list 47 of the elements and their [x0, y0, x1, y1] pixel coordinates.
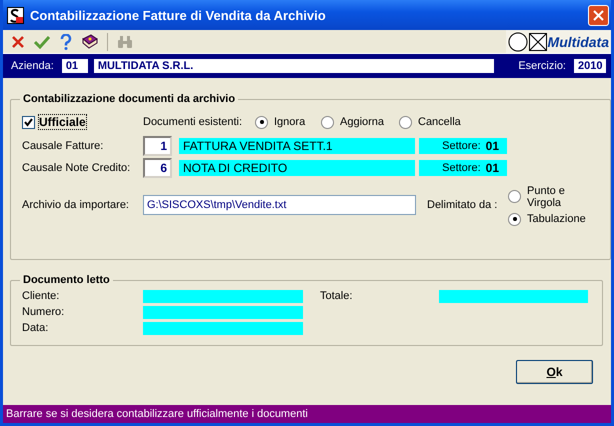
description-field: NOTA DI CREDITO	[179, 160, 415, 176]
year-value: 2010	[574, 59, 606, 73]
binoculars-icon	[117, 34, 133, 48]
year-label: Esercizio:	[518, 60, 566, 72]
checkmark-icon	[34, 34, 50, 48]
help-icon	[60, 34, 72, 50]
company-code: 01	[62, 59, 88, 73]
archive-path-field[interactable]: G:\SISCOXS\tmp\Vendite.txt	[143, 195, 416, 215]
field-label: Causale Note Credito:	[22, 162, 130, 174]
window-title: Contabilizzazione Fatture di Vendita da Archivio	[30, 8, 327, 22]
radio-label: Punto e Virgola	[527, 184, 566, 208]
description-field: FATTURA VENDITA SETT.1	[179, 138, 415, 154]
radio-button[interactable]	[255, 116, 268, 128]
radio-label: Tabulazione	[527, 213, 586, 225]
radio-button[interactable]	[321, 116, 334, 128]
book-icon	[82, 34, 98, 49]
company-label: Azienda:	[11, 60, 54, 72]
close-icon	[593, 10, 604, 20]
radio-label: Aggiorna	[340, 116, 384, 128]
field-label: Numero:	[22, 306, 64, 318]
field-label: Causale Fatture:	[22, 140, 104, 152]
checkbox[interactable]	[22, 116, 35, 128]
checkbox-label: Ufficiale	[39, 115, 86, 129]
existing-docs-label: Documenti esistenti:	[143, 116, 242, 128]
close-icon	[11, 34, 25, 48]
delimiter-label: Delimitato da :	[427, 199, 498, 211]
status-bar: Barrare se si desidera contabilizzare ufficialmente i documenti	[3, 405, 611, 423]
code-field[interactable]: 1	[143, 136, 172, 156]
app-icon	[7, 6, 24, 24]
company-name: MULTIDATA S.R.L.	[94, 59, 494, 73]
radio-label: Ignora	[274, 116, 306, 128]
close-button[interactable]	[588, 4, 609, 26]
field-label: Totale:	[320, 290, 352, 302]
radio-button[interactable]	[508, 190, 521, 203]
radio-button[interactable]	[508, 212, 521, 226]
sector-field: Settore: 01	[419, 138, 507, 154]
brand-logo: Multidata	[506, 30, 611, 53]
group-title: Documento letto	[22, 274, 111, 286]
field-label: Archivio da importare:	[22, 199, 129, 211]
code-field[interactable]: 6	[143, 158, 172, 178]
radio-label: Cancella	[418, 116, 461, 128]
field-label: Data:	[22, 322, 48, 334]
radio-button[interactable]	[399, 116, 412, 128]
ok-button[interactable]: Ok	[516, 360, 593, 384]
group-title: Contabilizzazione documenti da archivio	[22, 93, 236, 105]
field-label: Cliente:	[22, 290, 60, 302]
sector-field: Settore: 01	[419, 160, 507, 176]
